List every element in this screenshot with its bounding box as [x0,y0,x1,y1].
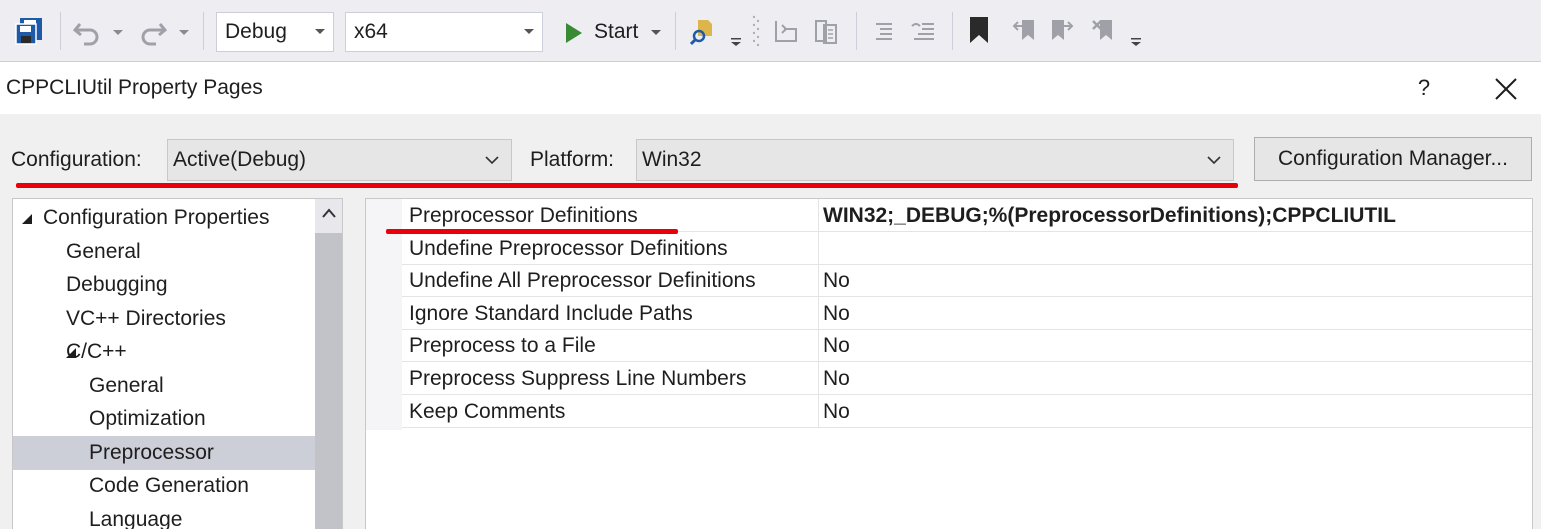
scrollbar-thumb[interactable] [315,233,342,529]
clear-bookmarks-icon[interactable] [1090,16,1118,44]
configuration-value: Active(Debug) [173,148,307,171]
step-over-icon[interactable] [812,17,840,45]
property-name: Undefine All Preprocessor Definitions [409,269,756,293]
property-row[interactable]: Preprocess to a File No [402,329,1532,363]
play-icon [566,23,582,43]
redo-dropdown-icon[interactable] [178,29,190,37]
configuration-label: Configuration: [11,148,142,171]
configuration-manager-button[interactable]: Configuration Manager... [1254,137,1532,181]
undo-icon[interactable] [72,18,102,46]
chevron-up-icon[interactable] [321,207,337,219]
column-divider [818,264,819,298]
property-value[interactable]: No [823,329,850,363]
tree-item[interactable]: Preprocessor [13,435,315,470]
property-value[interactable]: No [823,264,850,298]
chevron-down-icon [1207,156,1221,165]
solution-platform-combo[interactable]: x64 [345,12,543,52]
overflow-dropdown-icon[interactable] [730,36,742,48]
redo-icon[interactable] [138,18,168,46]
start-label: Start [594,20,639,43]
property-grid: Preprocessor Definitions WIN32;_DEBUG;%(P… [365,198,1533,529]
dialog-title: CPPCLIUtil Property Pages [6,76,263,99]
column-divider [818,231,819,265]
tree-item[interactable]: Debugging [13,268,315,302]
column-divider [818,329,819,363]
chevron-down-icon [524,29,534,34]
bookmark-icon[interactable] [968,16,990,44]
solution-platform-value: x64 [354,20,388,43]
property-tree: Configuration Properties General Debugging… [12,198,343,529]
undo-dropdown-icon[interactable] [112,29,124,37]
tree-item[interactable]: Configuration Properties [13,201,315,235]
property-name: Ignore Standard Include Paths [409,301,693,325]
configuration-dropdown[interactable]: Active(Debug) [167,139,512,181]
close-icon[interactable] [1492,75,1520,103]
property-row[interactable]: Keep Comments No [402,394,1532,429]
tree-item[interactable]: VC++ Directories [13,302,315,336]
solution-configuration-combo[interactable]: Debug [216,12,334,52]
property-name: Preprocess Suppress Line Numbers [409,367,747,390]
start-dropdown-icon[interactable] [650,29,662,37]
annotation-underline [386,229,678,234]
column-divider [818,199,819,232]
property-name: Keep Comments [409,399,566,423]
save-all-icon[interactable] [14,16,46,48]
main-toolbar: Debug x64 Start [0,0,1541,62]
property-row[interactable]: Preprocessor Definitions WIN32;_DEBUG;%(P… [402,199,1532,233]
property-row[interactable]: Undefine Preprocessor Definitions [402,231,1532,265]
tree-item-label: VC++ Directories [66,306,226,330]
property-value[interactable]: No [823,395,850,429]
property-value[interactable]: WIN32;_DEBUG;%(PreprocessorDefinitions);… [823,199,1396,233]
platform-dropdown[interactable]: Win32 [636,139,1234,181]
tree-item[interactable]: Optimization [13,402,315,436]
find-in-files-icon[interactable] [690,16,720,46]
tree-item-label: Configuration Properties [43,206,270,229]
next-bookmark-icon[interactable] [1048,16,1076,44]
overflow-dropdown-icon[interactable] [1130,36,1142,48]
step-into-icon[interactable] [772,17,800,45]
column-divider [818,296,819,330]
help-button[interactable]: ? [1412,62,1436,114]
tree-item-label: Optimization [89,407,206,430]
solution-configuration-value: Debug [225,20,287,43]
platform-value: Win32 [642,148,702,171]
tree-item-label: Debugging [66,273,168,296]
tree-item-label: Code Generation [89,474,249,497]
property-row[interactable]: Undefine All Preprocessor Definitions No [402,264,1532,298]
column-divider [818,362,819,395]
chevron-down-icon [485,156,499,165]
comment-lines-icon[interactable] [872,20,896,44]
tree-item[interactable]: General [13,235,315,269]
toolbar-gripper-icon[interactable] [752,14,760,48]
tree-item[interactable]: General [13,369,315,403]
start-debugging-button[interactable]: Start [560,12,670,52]
tree-item-label: General [89,373,164,397]
annotation-underline [16,183,1238,188]
property-name: Undefine Preprocessor Definitions [409,236,728,260]
property-row[interactable]: Preprocess Suppress Line Numbers No [402,362,1532,396]
chevron-down-icon [315,29,325,34]
property-value[interactable]: No [823,297,850,331]
tree-item[interactable]: Code Generation [13,469,315,503]
column-divider [818,394,819,428]
tree-item-label: General [66,239,141,263]
dialog-title-bar: CPPCLIUtil Property Pages ? [0,62,1541,114]
property-name: Preprocessor Definitions [409,204,638,227]
platform-label: Platform: [530,148,615,171]
tree-item-label: Preprocessor [89,440,214,464]
property-value[interactable]: No [823,362,850,396]
tree-item-label: C/C++ [66,340,127,363]
property-row[interactable]: Ignore Standard Include Paths No [402,296,1532,331]
previous-bookmark-icon[interactable] [1010,16,1038,44]
property-name: Preprocess to a File [409,334,596,358]
tree-item[interactable]: C/C++ [13,335,315,369]
tree-scrollbar[interactable] [315,199,342,529]
tree-item-label: Language [89,507,183,529]
tree-item[interactable]: Language [13,503,315,529]
expanded-triangle-icon[interactable] [21,213,33,225]
uncomment-lines-icon[interactable] [910,20,936,44]
